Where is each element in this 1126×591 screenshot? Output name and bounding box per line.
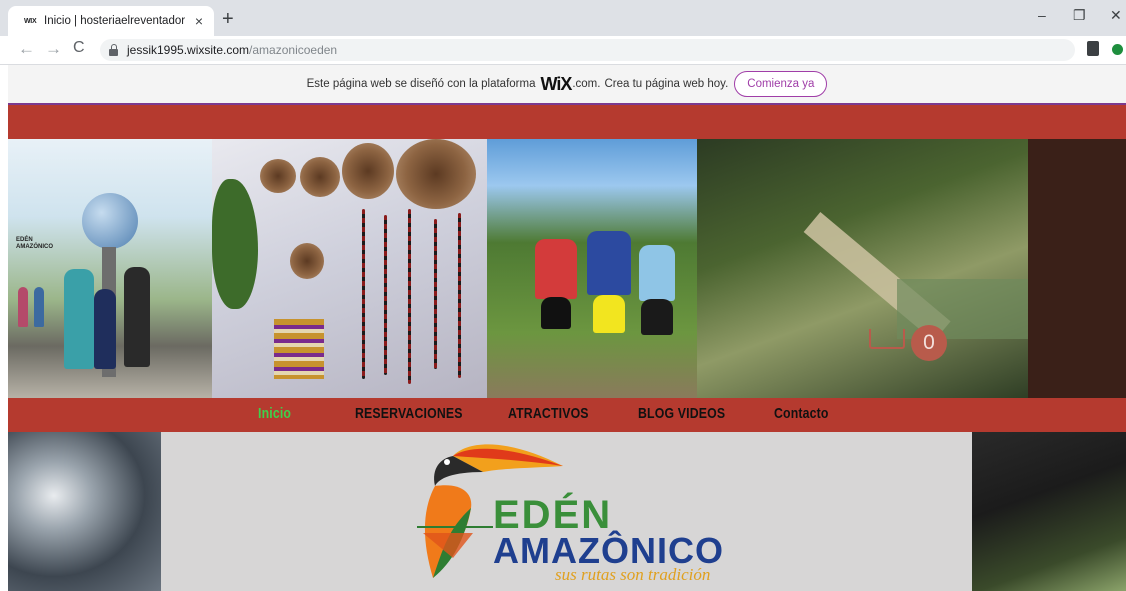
restore-button[interactable]: ❐ [1073, 7, 1086, 24]
person-figure [94, 289, 116, 369]
globe-monument-icon [82, 193, 138, 249]
green-extension-icon[interactable] [1112, 44, 1123, 55]
reload-icon[interactable]: C [73, 39, 85, 57]
necklace-image [408, 209, 411, 384]
bowl-image [396, 139, 476, 209]
main-menu: Inicio RESERVACIONES ATRACTIVOS BLOG VID… [8, 398, 1126, 432]
logo-underline [417, 526, 493, 528]
profile-extension-icon[interactable] [1087, 41, 1099, 56]
browser-toolbar: ← → C jessik1995.wixsite.com /amazonicoe… [0, 36, 1126, 65]
start-now-button[interactable]: Comienza ya [734, 71, 828, 97]
person-figure [641, 299, 673, 335]
leaf-image [212, 179, 258, 309]
wix-banner-text: Este página web se diseñó con la platafo… [306, 78, 536, 90]
necklace-image [458, 213, 461, 378]
person-figure [535, 239, 577, 299]
menu-item-contacto[interactable]: Contacto [774, 405, 829, 422]
wix-favicon-icon: WIX [24, 17, 37, 25]
hero-section: EDÉN AMAZÔNICO sus rutas son tradición [8, 432, 1126, 591]
new-tab-button[interactable]: + [222, 8, 234, 31]
bowl-image [290, 243, 324, 279]
site-page: EDÉN AMAZÓNICO 0 Inicio RESERVACIONES AT… [8, 105, 1126, 591]
photo-crafts [212, 139, 487, 398]
wix-banner-cta-text: Crea tu página web hoy. [604, 78, 729, 90]
url-host: jessik1995.wixsite.com [127, 43, 250, 57]
person-figure [124, 267, 150, 367]
necklace-image [362, 209, 365, 379]
photo-hanging-bridge: 0 [697, 139, 1028, 398]
logo-tagline: sus rutas son tradición [555, 565, 711, 584]
woven-bag-image [274, 319, 324, 379]
water-image [8, 432, 161, 591]
forest-image [972, 432, 1126, 591]
lock-icon [109, 43, 118, 56]
browser-tab-strip: WIX Inicio | hosteriaelreventador × + – … [0, 0, 1126, 36]
bowl-image [260, 159, 296, 193]
person-figure [64, 269, 94, 369]
tab-close-icon[interactable]: × [188, 13, 210, 29]
necklace-image [384, 215, 387, 375]
bowl-image [300, 157, 340, 197]
photo-family-globe: EDÉN AMAZÓNICO [8, 139, 212, 398]
cart-icon[interactable] [869, 329, 905, 349]
bowl-image [342, 143, 394, 199]
small-logo-line2: AMAZÓNICO [16, 244, 53, 250]
close-window-button[interactable]: ✕ [1110, 7, 1122, 24]
tab-title: Inicio | hosteriaelreventador [44, 15, 186, 27]
forward-icon[interactable]: → [45, 39, 62, 59]
menu-item-blog-videos[interactable]: BLOG VIDEOS [638, 405, 725, 422]
menu-item-reservaciones[interactable]: RESERVACIONES [355, 405, 463, 422]
header-photo-strip: EDÉN AMAZÓNICO 0 [8, 139, 1126, 398]
menu-item-atractivos[interactable]: ATRACTIVOS [508, 405, 589, 422]
cart-count-badge[interactable]: 0 [911, 325, 947, 361]
wix-logo-suffix: .com. [572, 78, 601, 90]
browser-tab[interactable]: WIX Inicio | hosteriaelreventador × [8, 6, 214, 36]
small-logo: EDÉN AMAZÓNICO [16, 237, 53, 251]
photo-three-people [487, 139, 697, 398]
person-figure [541, 297, 571, 329]
person-figure [18, 287, 28, 327]
necklace-image [434, 219, 437, 369]
back-icon[interactable]: ← [18, 39, 35, 59]
logo-panel: EDÉN AMAZÔNICO sus rutas son tradición [161, 432, 972, 591]
wix-ad-banner: Este página web se diseñó con la platafo… [8, 65, 1126, 106]
wix-logo[interactable]: WiX [540, 74, 572, 95]
minimize-button[interactable]: – [1038, 7, 1046, 23]
photo-dark-panel [1028, 139, 1126, 398]
person-figure [34, 287, 44, 327]
person-figure [639, 245, 675, 301]
person-figure [593, 295, 625, 333]
address-bar[interactable]: jessik1995.wixsite.com /amazonicoeden [100, 39, 1075, 61]
header-bar [8, 105, 1126, 139]
url-path: /amazonicoeden [249, 43, 338, 57]
menu-item-inicio[interactable]: Inicio [258, 405, 291, 422]
person-figure [587, 231, 631, 295]
small-logo-line1: EDÉN [16, 237, 33, 243]
